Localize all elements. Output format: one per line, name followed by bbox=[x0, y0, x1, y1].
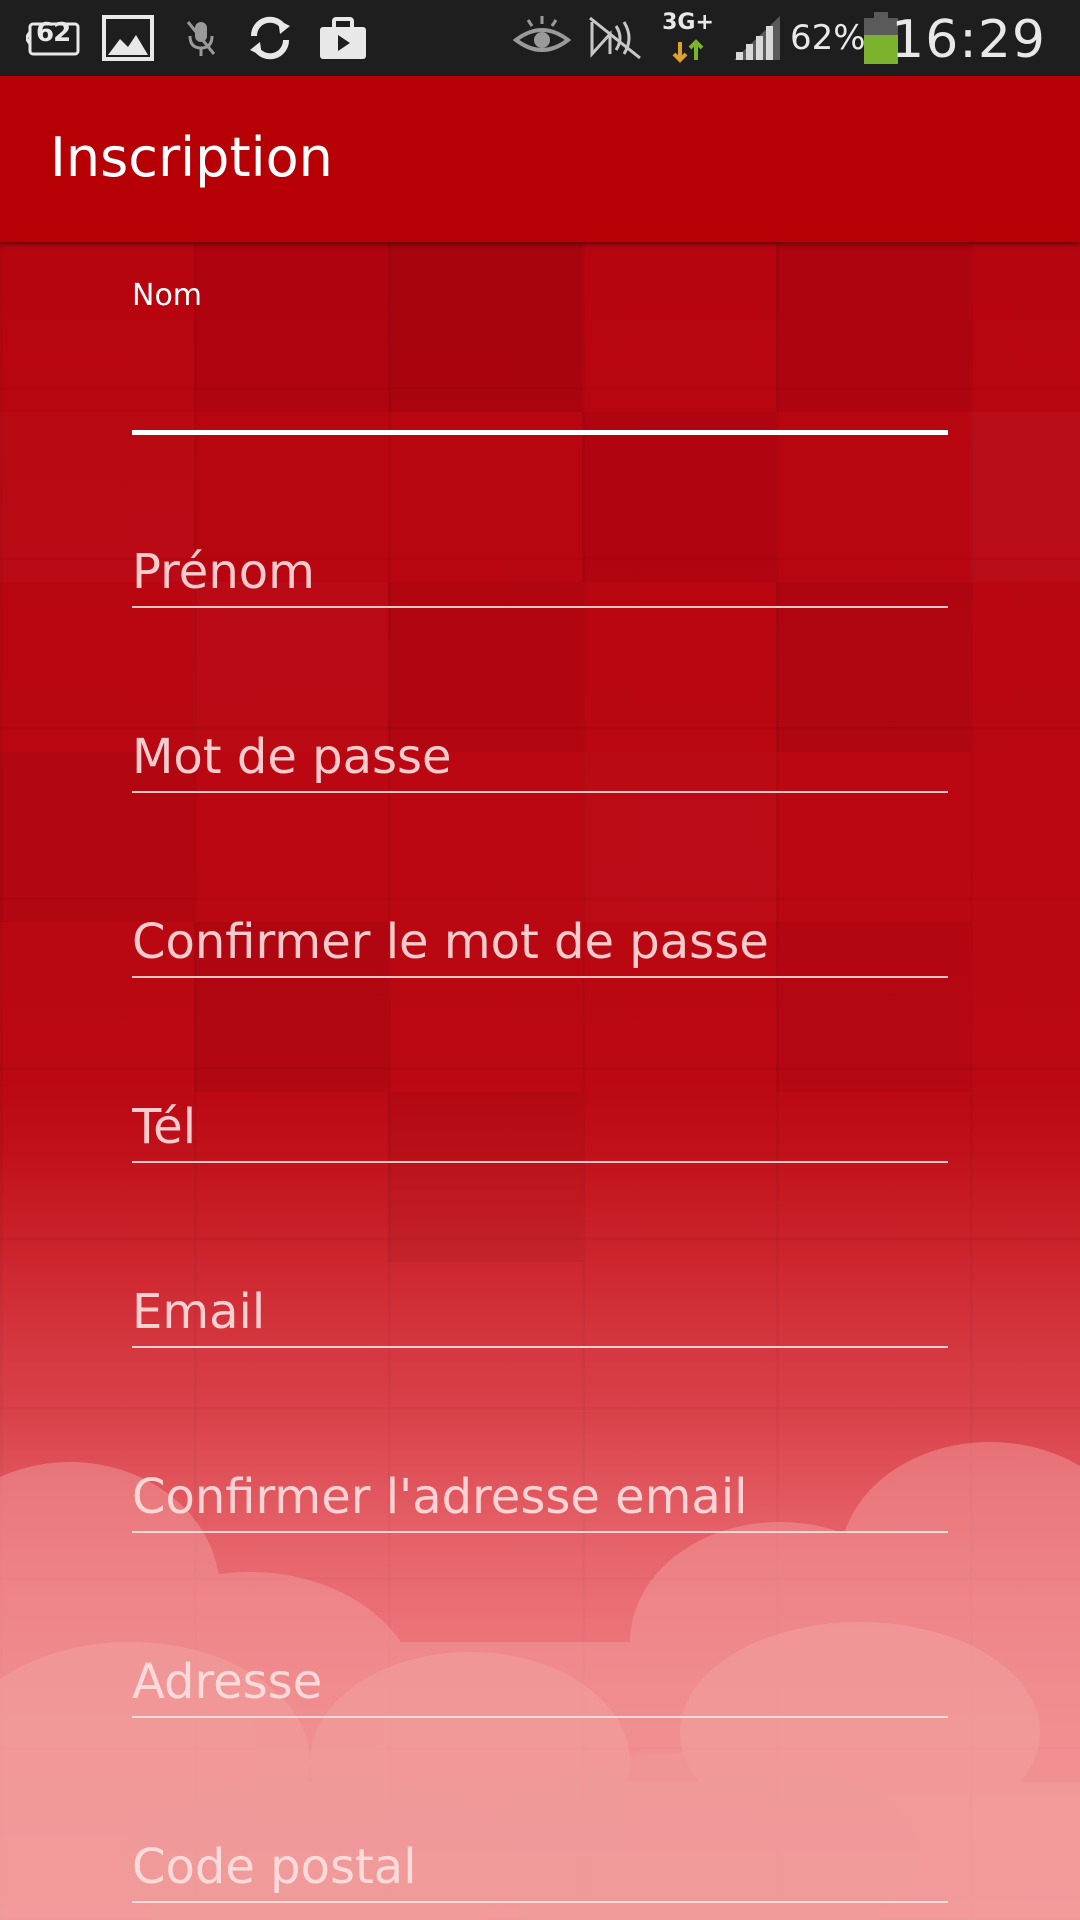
postal-code-underline bbox=[132, 1901, 948, 1903]
mic-muted-icon bbox=[184, 14, 218, 62]
address-field[interactable] bbox=[132, 1652, 948, 1722]
confirm-password-input[interactable] bbox=[132, 912, 948, 972]
status-bar: 62 3G+ 62% 16:29 bbox=[0, 0, 1080, 76]
registration-screen: Nom bbox=[0, 242, 1080, 1920]
briefcase-play-icon bbox=[318, 14, 368, 62]
address-underline bbox=[132, 1716, 948, 1718]
signal-icon bbox=[732, 14, 782, 62]
prenom-field[interactable] bbox=[132, 542, 948, 612]
nom-input[interactable] bbox=[132, 326, 948, 386]
confirm-password-underline bbox=[132, 976, 948, 978]
postal-code-field[interactable] bbox=[132, 1837, 948, 1907]
page-title: Inscription bbox=[50, 126, 333, 189]
eye-icon bbox=[512, 14, 572, 62]
battery-percent: 62% bbox=[790, 18, 866, 58]
nom-underline bbox=[132, 430, 948, 435]
confirm-email-field[interactable] bbox=[132, 1467, 948, 1537]
data-transfer-icon bbox=[670, 36, 706, 66]
image-icon bbox=[102, 14, 154, 62]
registration-form: Nom bbox=[0, 242, 1080, 1920]
nom-field[interactable]: Nom bbox=[132, 242, 948, 442]
postal-code-input[interactable] bbox=[132, 1837, 948, 1897]
phone-input[interactable] bbox=[132, 1097, 948, 1157]
password-underline bbox=[132, 791, 948, 793]
password-input[interactable] bbox=[132, 727, 948, 787]
email-underline bbox=[132, 1346, 948, 1348]
prenom-input[interactable] bbox=[132, 542, 948, 602]
notification-count: 62 bbox=[36, 18, 71, 48]
prenom-underline bbox=[132, 606, 948, 608]
email-field[interactable] bbox=[132, 1282, 948, 1352]
address-input[interactable] bbox=[132, 1652, 948, 1712]
confirm-email-input[interactable] bbox=[132, 1467, 948, 1527]
nom-label: Nom bbox=[132, 278, 203, 313]
password-field[interactable] bbox=[132, 727, 948, 797]
app-bar: Inscription bbox=[0, 76, 1080, 242]
nfc-muted-icon bbox=[584, 14, 646, 62]
clock: 16:29 bbox=[891, 10, 1046, 70]
network-type-label: 3G+ bbox=[662, 10, 714, 35]
sync-icon bbox=[244, 14, 296, 62]
confirm-email-underline bbox=[132, 1531, 948, 1533]
counter-badge-icon: 62 bbox=[26, 14, 82, 62]
confirm-password-field[interactable] bbox=[132, 912, 948, 982]
email-input[interactable] bbox=[132, 1282, 948, 1342]
phone-underline bbox=[132, 1161, 948, 1163]
phone-field[interactable] bbox=[132, 1097, 948, 1167]
